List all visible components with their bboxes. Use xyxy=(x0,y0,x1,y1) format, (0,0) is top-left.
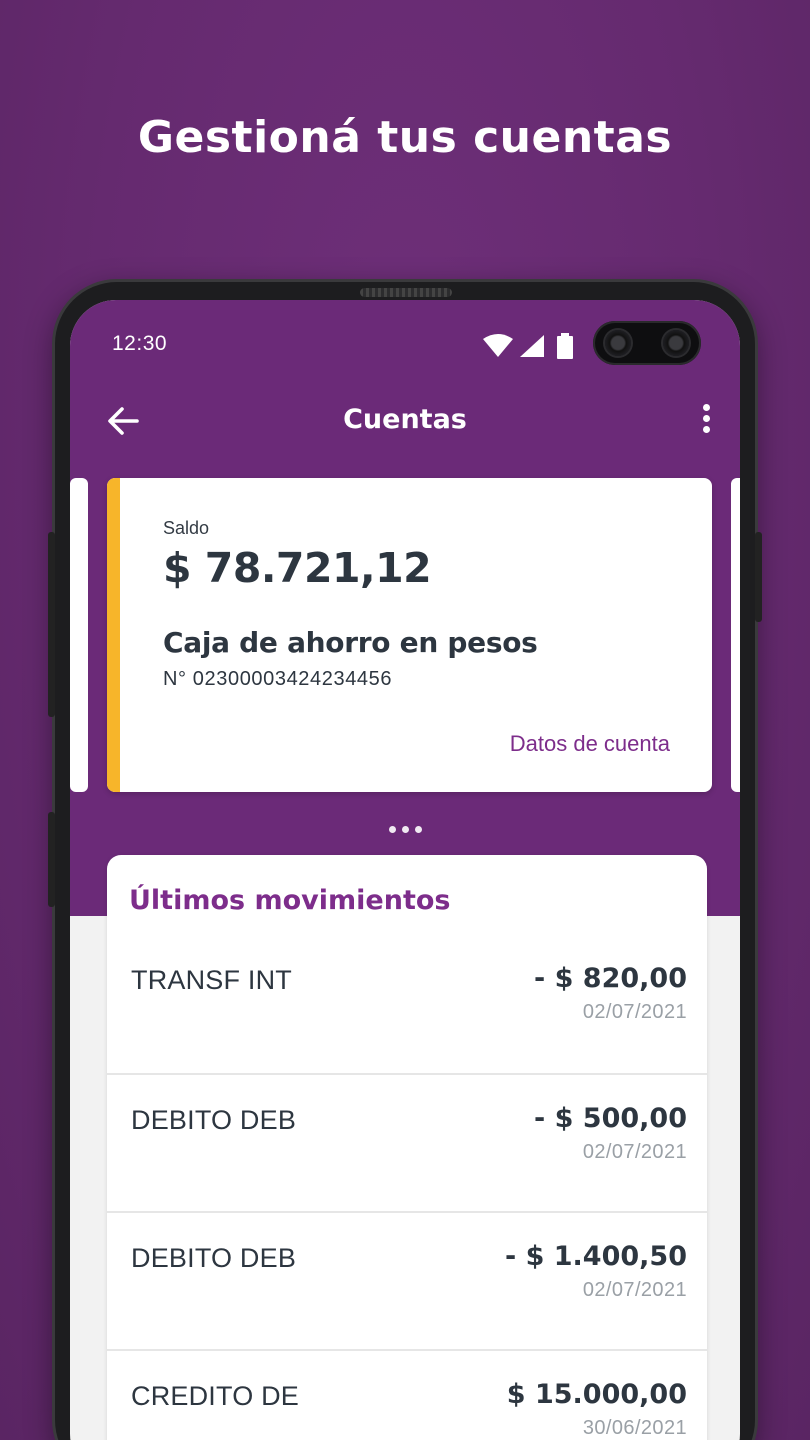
signal-icon xyxy=(520,335,544,357)
movement-row[interactable]: DEBITO DEB - $ 500,00 02/07/2021 xyxy=(107,1073,707,1211)
movements-title: Últimos movimientos xyxy=(129,885,451,916)
camera-lens xyxy=(605,330,631,356)
earpiece-speaker xyxy=(360,288,452,297)
movement-description: TRANSF INT xyxy=(131,965,292,995)
account-number: N° 02300003424234456 xyxy=(163,668,393,690)
front-camera xyxy=(593,321,701,365)
movements-panel: Últimos movimientos TRANSF INT - $ 820,0… xyxy=(107,855,707,1440)
account-type: Caja de ahorro en pesos xyxy=(163,626,538,659)
wifi-icon xyxy=(483,334,513,357)
movement-date: 30/06/2021 xyxy=(582,1417,687,1439)
previous-account-card[interactable] xyxy=(70,478,88,792)
next-account-card[interactable] xyxy=(731,478,740,792)
side-button xyxy=(48,812,55,907)
pager-dot xyxy=(388,826,396,833)
card-accent-bar xyxy=(107,478,120,792)
movement-description: DEBITO DEB xyxy=(131,1243,297,1273)
movement-amount: - $ 820,00 xyxy=(534,963,687,994)
camera-lens xyxy=(663,330,689,356)
phone-frame: 12:30 Cuentas Saldo $ 78.721,12 Caja de … xyxy=(48,282,762,1440)
carousel-pager xyxy=(70,820,740,838)
movement-date: 02/07/2021 xyxy=(582,1001,687,1023)
battery-icon xyxy=(557,333,573,359)
balance-amount: $ 78.721,12 xyxy=(163,544,432,592)
movement-amount: $ 15.000,00 xyxy=(506,1379,687,1410)
app-bar: Cuentas xyxy=(70,390,740,450)
account-card[interactable]: Saldo $ 78.721,12 Caja de ahorro en peso… xyxy=(107,478,712,792)
movement-description: DEBITO DEB xyxy=(131,1105,297,1135)
status-time: 12:30 xyxy=(112,332,168,355)
phone-screen: 12:30 Cuentas Saldo $ 78.721,12 Caja de … xyxy=(70,300,740,1440)
movement-date: 02/07/2021 xyxy=(582,1279,687,1301)
movement-row[interactable]: TRANSF INT - $ 820,00 02/07/2021 xyxy=(107,935,707,1073)
power-button xyxy=(755,532,762,622)
more-vertical-icon[interactable] xyxy=(694,400,718,440)
volume-button xyxy=(48,532,55,717)
account-details-link[interactable]: Datos de cuenta xyxy=(510,731,670,757)
pager-dot xyxy=(414,826,422,833)
movement-description: CREDITO DE xyxy=(131,1381,300,1411)
promo-headline: Gestioná tus cuentas xyxy=(137,112,673,163)
movement-row[interactable]: CREDITO DE $ 15.000,00 30/06/2021 xyxy=(107,1349,707,1440)
movement-row[interactable]: DEBITO DEB - $ 1.400,50 02/07/2021 xyxy=(107,1211,707,1349)
movement-amount: - $ 1.400,50 xyxy=(504,1241,687,1272)
page-title: Cuentas xyxy=(343,404,467,435)
movement-date: 02/07/2021 xyxy=(582,1141,687,1163)
balance-label: Saldo xyxy=(163,518,210,538)
pager-dot xyxy=(401,826,409,833)
movement-amount: - $ 500,00 xyxy=(534,1103,687,1134)
